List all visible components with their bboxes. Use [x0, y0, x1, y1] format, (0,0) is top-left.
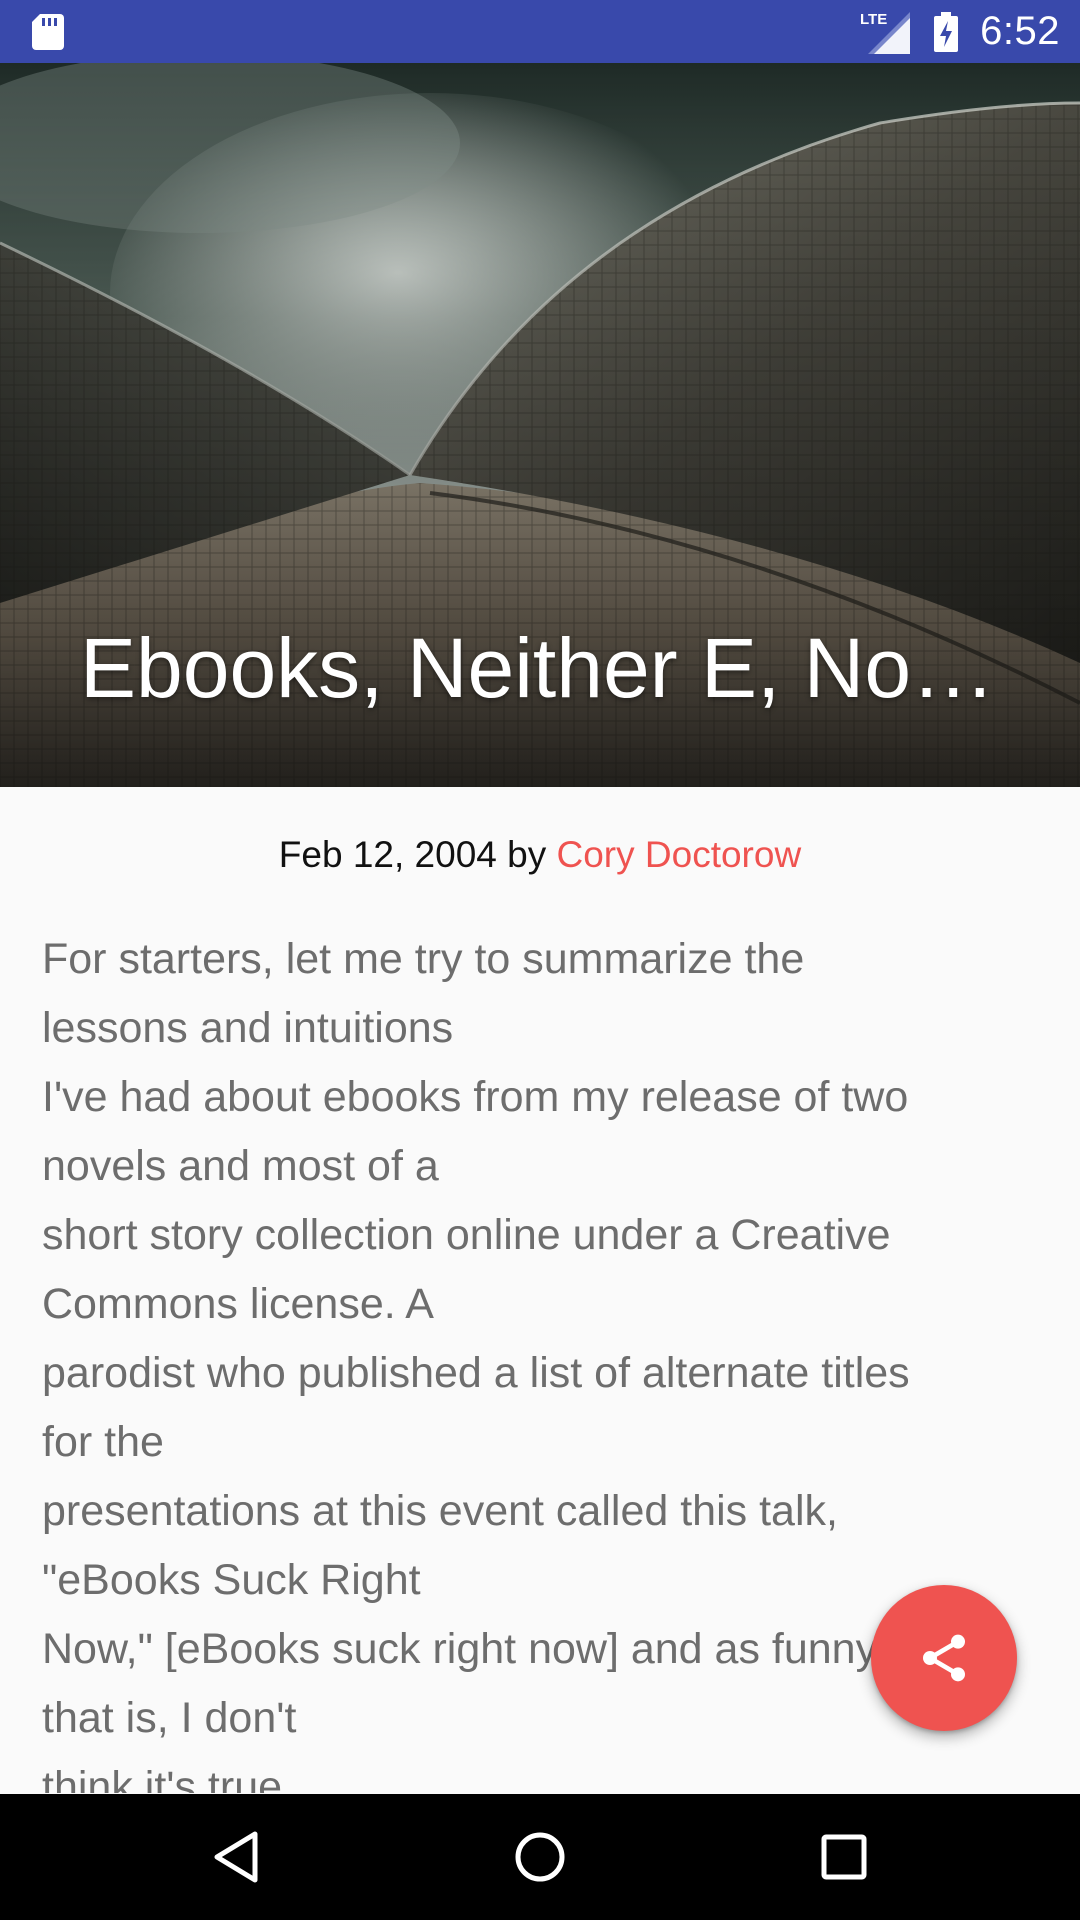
- status-icons: LTE 6:52: [860, 0, 1060, 63]
- body-line: think it's true.: [42, 1763, 294, 1793]
- recents-button[interactable]: [804, 1817, 884, 1897]
- lte-signal-icon: LTE: [860, 11, 911, 54]
- article-title: Ebooks, Neither E, Nor Books: [80, 621, 1000, 715]
- home-button[interactable]: [500, 1817, 580, 1897]
- battery-charging-icon: [934, 11, 959, 52]
- share-button[interactable]: [871, 1585, 1017, 1731]
- body-line: short story collection online under a Cr…: [42, 1211, 891, 1259]
- author-link[interactable]: Cory Doctorow: [557, 834, 802, 875]
- body-line: For starters, let me try to summarize th…: [42, 935, 805, 983]
- back-button[interactable]: [196, 1817, 276, 1897]
- status-bar: LTE 6:52: [0, 0, 1080, 63]
- body-line: for the: [42, 1418, 164, 1466]
- body-line: Commons license. A: [42, 1280, 434, 1328]
- body-line: lessons and intuitions: [42, 1004, 454, 1052]
- sd-card-icon: [32, 14, 64, 50]
- navigation-bar: [0, 1794, 1080, 1920]
- body-line: parodist who published a list of alterna…: [42, 1349, 910, 1397]
- recents-icon: [821, 1834, 867, 1880]
- body-line: I've had about ebooks from my release of…: [42, 1073, 909, 1121]
- network-label: LTE: [860, 11, 887, 28]
- body-line: presentations at this event called this …: [42, 1487, 838, 1535]
- home-icon: [515, 1832, 565, 1882]
- article-meta: Feb 12, 2004 by Cory Doctorow: [0, 830, 1080, 880]
- back-icon: [214, 1831, 258, 1883]
- status-time: 6:52: [980, 9, 1060, 53]
- share-icon: [923, 1634, 965, 1682]
- publish-date: Feb 12, 2004 by: [278, 834, 557, 875]
- body-line: "eBooks Suck Right: [42, 1556, 421, 1604]
- body-line: novels and most of a: [42, 1142, 439, 1190]
- header-image: Ebooks, Neither E, Nor Books: [0, 63, 1080, 787]
